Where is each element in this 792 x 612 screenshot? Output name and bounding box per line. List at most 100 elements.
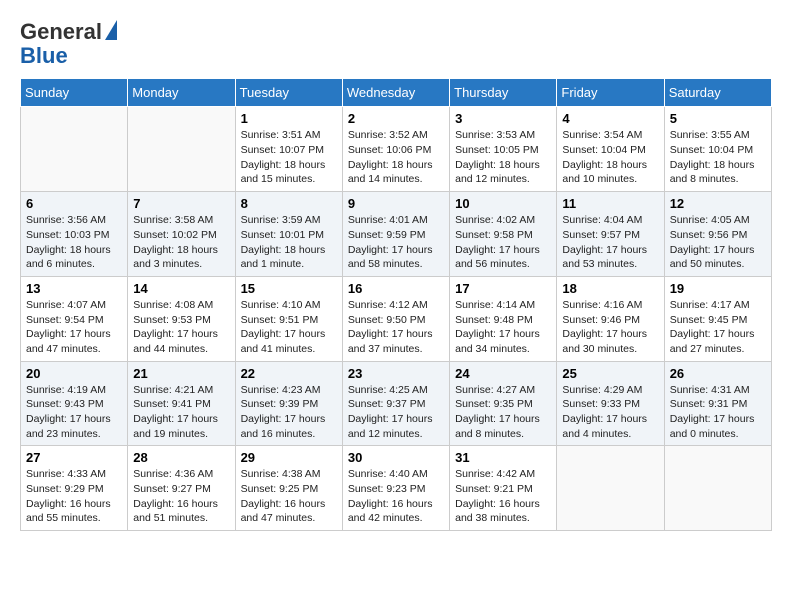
calendar-cell: 27 Sunrise: 4:33 AM Sunset: 9:29 PM Dayli… — [21, 446, 128, 531]
calendar-cell: 9 Sunrise: 4:01 AM Sunset: 9:59 PM Daylig… — [342, 192, 449, 277]
logo-blue: Blue — [20, 44, 68, 68]
calendar-cell: 26 Sunrise: 4:31 AM Sunset: 9:31 PM Dayli… — [664, 361, 771, 446]
day-info: Sunrise: 3:55 AM Sunset: 10:04 PM Daylig… — [670, 128, 766, 187]
calendar-cell: 8 Sunrise: 3:59 AM Sunset: 10:01 PM Dayli… — [235, 192, 342, 277]
day-number: 18 — [562, 281, 658, 296]
day-info: Sunrise: 4:04 AM Sunset: 9:57 PM Dayligh… — [562, 213, 658, 272]
day-info: Sunrise: 4:38 AM Sunset: 9:25 PM Dayligh… — [241, 467, 337, 526]
calendar-cell: 12 Sunrise: 4:05 AM Sunset: 9:56 PM Dayli… — [664, 192, 771, 277]
day-number: 25 — [562, 366, 658, 381]
day-info: Sunrise: 4:17 AM Sunset: 9:45 PM Dayligh… — [670, 298, 766, 357]
calendar-cell: 4 Sunrise: 3:54 AM Sunset: 10:04 PM Dayli… — [557, 107, 664, 192]
day-number: 7 — [133, 196, 229, 211]
calendar-cell: 16 Sunrise: 4:12 AM Sunset: 9:50 PM Dayli… — [342, 276, 449, 361]
weekday-header-thursday: Thursday — [450, 79, 557, 107]
day-number: 24 — [455, 366, 551, 381]
calendar-cell: 25 Sunrise: 4:29 AM Sunset: 9:33 PM Dayli… — [557, 361, 664, 446]
day-info: Sunrise: 4:02 AM Sunset: 9:58 PM Dayligh… — [455, 213, 551, 272]
day-info: Sunrise: 4:12 AM Sunset: 9:50 PM Dayligh… — [348, 298, 444, 357]
calendar-cell: 22Sunrise: 4:23 AM Sunset: 9:39 PM Dayli… — [235, 361, 342, 446]
calendar-cell: 13Sunrise: 4:07 AM Sunset: 9:54 PM Dayli… — [21, 276, 128, 361]
day-info: Sunrise: 3:53 AM Sunset: 10:05 PM Daylig… — [455, 128, 551, 187]
calendar-cell: 1Sunrise: 3:51 AM Sunset: 10:07 PM Dayli… — [235, 107, 342, 192]
day-number: 19 — [670, 281, 766, 296]
day-info: Sunrise: 4:42 AM Sunset: 9:21 PM Dayligh… — [455, 467, 551, 526]
day-info: Sunrise: 4:08 AM Sunset: 9:53 PM Dayligh… — [133, 298, 229, 357]
day-info: Sunrise: 4:29 AM Sunset: 9:33 PM Dayligh… — [562, 383, 658, 442]
calendar-header-row: SundayMondayTuesdayWednesdayThursdayFrid… — [21, 79, 772, 107]
calendar-cell: 7 Sunrise: 3:58 AM Sunset: 10:02 PM Dayli… — [128, 192, 235, 277]
day-number: 9 — [348, 196, 444, 211]
weekday-header-saturday: Saturday — [664, 79, 771, 107]
day-number: 29 — [241, 450, 337, 465]
logo-triangle-icon — [105, 20, 117, 40]
calendar-cell: 5 Sunrise: 3:55 AM Sunset: 10:04 PM Dayli… — [664, 107, 771, 192]
day-number: 4 — [562, 111, 658, 126]
day-number: 27 — [26, 450, 122, 465]
day-info: Sunrise: 3:58 AM Sunset: 10:02 PM Daylig… — [133, 213, 229, 272]
day-info: Sunrise: 4:31 AM Sunset: 9:31 PM Dayligh… — [670, 383, 766, 442]
day-info: Sunrise: 4:36 AM Sunset: 9:27 PM Dayligh… — [133, 467, 229, 526]
calendar-cell: 23 Sunrise: 4:25 AM Sunset: 9:37 PM Dayli… — [342, 361, 449, 446]
calendar-cell: 20 Sunrise: 4:19 AM Sunset: 9:43 PM Dayli… — [21, 361, 128, 446]
day-info: Sunrise: 4:21 AM Sunset: 9:41 PM Dayligh… — [133, 383, 229, 442]
day-number: 14 — [133, 281, 229, 296]
calendar-week-4: 20 Sunrise: 4:19 AM Sunset: 9:43 PM Dayli… — [21, 361, 772, 446]
day-info: Sunrise: 4:16 AM Sunset: 9:46 PM Dayligh… — [562, 298, 658, 357]
day-info: Sunrise: 3:59 AM Sunset: 10:01 PM Daylig… — [241, 213, 337, 272]
calendar-cell: 3 Sunrise: 3:53 AM Sunset: 10:05 PM Dayli… — [450, 107, 557, 192]
calendar-week-2: 6 Sunrise: 3:56 AM Sunset: 10:03 PM Dayli… — [21, 192, 772, 277]
calendar-cell: 29 Sunrise: 4:38 AM Sunset: 9:25 PM Dayli… — [235, 446, 342, 531]
calendar-cell: 17Sunrise: 4:14 AM Sunset: 9:48 PM Dayli… — [450, 276, 557, 361]
day-info: Sunrise: 3:54 AM Sunset: 10:04 PM Daylig… — [562, 128, 658, 187]
day-number: 16 — [348, 281, 444, 296]
day-number: 6 — [26, 196, 122, 211]
day-number: 20 — [26, 366, 122, 381]
calendar-cell: 30 Sunrise: 4:40 AM Sunset: 9:23 PM Dayli… — [342, 446, 449, 531]
day-number: 12 — [670, 196, 766, 211]
calendar-cell: 10 Sunrise: 4:02 AM Sunset: 9:58 PM Dayli… — [450, 192, 557, 277]
calendar-cell: 24Sunrise: 4:27 AM Sunset: 9:35 PM Dayli… — [450, 361, 557, 446]
day-number: 5 — [670, 111, 766, 126]
day-info: Sunrise: 4:07 AM Sunset: 9:54 PM Dayligh… — [26, 298, 122, 357]
calendar-cell: 2Sunrise: 3:52 AM Sunset: 10:06 PM Dayli… — [342, 107, 449, 192]
day-number: 26 — [670, 366, 766, 381]
day-info: Sunrise: 4:25 AM Sunset: 9:37 PM Dayligh… — [348, 383, 444, 442]
day-info: Sunrise: 4:33 AM Sunset: 9:29 PM Dayligh… — [26, 467, 122, 526]
calendar-cell: 14 Sunrise: 4:08 AM Sunset: 9:53 PM Dayli… — [128, 276, 235, 361]
calendar-cell: 21Sunrise: 4:21 AM Sunset: 9:41 PM Dayli… — [128, 361, 235, 446]
day-info: Sunrise: 4:40 AM Sunset: 9:23 PM Dayligh… — [348, 467, 444, 526]
day-number: 31 — [455, 450, 551, 465]
day-info: Sunrise: 4:19 AM Sunset: 9:43 PM Dayligh… — [26, 383, 122, 442]
day-info: Sunrise: 3:51 AM Sunset: 10:07 PM Daylig… — [241, 128, 337, 187]
calendar-cell: 28Sunrise: 4:36 AM Sunset: 9:27 PM Dayli… — [128, 446, 235, 531]
day-number: 30 — [348, 450, 444, 465]
day-info: Sunrise: 4:10 AM Sunset: 9:51 PM Dayligh… — [241, 298, 337, 357]
calendar-week-5: 27 Sunrise: 4:33 AM Sunset: 9:29 PM Dayli… — [21, 446, 772, 531]
calendar-cell: 19 Sunrise: 4:17 AM Sunset: 9:45 PM Dayli… — [664, 276, 771, 361]
calendar-cell: 15 Sunrise: 4:10 AM Sunset: 9:51 PM Dayli… — [235, 276, 342, 361]
day-number: 8 — [241, 196, 337, 211]
page-header: General Blue — [20, 20, 772, 68]
weekday-header-tuesday: Tuesday — [235, 79, 342, 107]
day-info: Sunrise: 4:05 AM Sunset: 9:56 PM Dayligh… — [670, 213, 766, 272]
calendar-cell: 11Sunrise: 4:04 AM Sunset: 9:57 PM Dayli… — [557, 192, 664, 277]
day-info: Sunrise: 4:14 AM Sunset: 9:48 PM Dayligh… — [455, 298, 551, 357]
calendar-week-1: 1Sunrise: 3:51 AM Sunset: 10:07 PM Dayli… — [21, 107, 772, 192]
calendar-cell: 18 Sunrise: 4:16 AM Sunset: 9:46 PM Dayli… — [557, 276, 664, 361]
day-info: Sunrise: 4:01 AM Sunset: 9:59 PM Dayligh… — [348, 213, 444, 272]
day-number: 3 — [455, 111, 551, 126]
weekday-header-sunday: Sunday — [21, 79, 128, 107]
logo-general: General — [20, 20, 102, 44]
day-number: 23 — [348, 366, 444, 381]
day-info: Sunrise: 3:56 AM Sunset: 10:03 PM Daylig… — [26, 213, 122, 272]
calendar-table: SundayMondayTuesdayWednesdayThursdayFrid… — [20, 78, 772, 531]
logo: General Blue — [20, 20, 117, 68]
calendar-cell — [21, 107, 128, 192]
day-number: 15 — [241, 281, 337, 296]
day-number: 10 — [455, 196, 551, 211]
calendar-week-3: 13Sunrise: 4:07 AM Sunset: 9:54 PM Dayli… — [21, 276, 772, 361]
weekday-header-monday: Monday — [128, 79, 235, 107]
day-number: 22 — [241, 366, 337, 381]
weekday-header-wednesday: Wednesday — [342, 79, 449, 107]
